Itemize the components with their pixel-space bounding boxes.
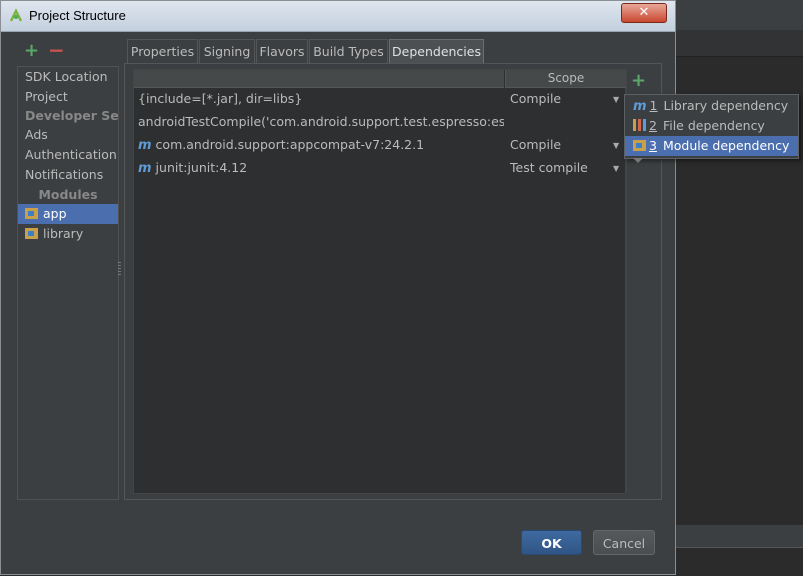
chevron-down-icon[interactable]: ▼: [613, 89, 619, 111]
cancel-button[interactable]: Cancel: [593, 530, 655, 555]
add-module-button[interactable]: +: [24, 40, 39, 61]
tab-properties[interactable]: Properties: [127, 39, 198, 63]
popup-item-file-dependency[interactable]: 2 File dependency: [625, 116, 798, 136]
sidebar-item-sdk-location[interactable]: SDK Location: [18, 67, 118, 87]
tab-flavors[interactable]: Flavors: [256, 39, 308, 63]
sidebar-item-authentication[interactable]: Authentication: [18, 145, 118, 165]
scope-select[interactable]: Test compile: [510, 157, 588, 179]
chevron-down-icon[interactable]: ▼: [613, 158, 619, 180]
scope-select[interactable]: Compile: [510, 88, 561, 110]
remove-module-button[interactable]: −: [48, 38, 65, 62]
table-row[interactable]: androidTestCompile('com.android.support.…: [134, 111, 625, 133]
tab-dependencies[interactable]: Dependencies: [389, 39, 484, 63]
close-button[interactable]: ✕: [621, 3, 667, 23]
popup-item-number: 3: [649, 138, 657, 153]
file-icon: [633, 119, 646, 131]
sidebar-item-label: library: [43, 226, 84, 241]
maven-icon: m: [138, 161, 152, 176]
ide-background: [676, 0, 803, 576]
table-row[interactable]: {include=[*.jar], dir=libs} Compile ▼: [134, 88, 625, 110]
popup-item-label: Module dependency: [662, 138, 790, 153]
sidebar-item-notifications[interactable]: Notifications: [18, 165, 118, 185]
ok-button[interactable]: OK: [521, 530, 582, 555]
table-row[interactable]: m junit:junit:4.12 Test compile ▼: [134, 157, 625, 179]
popup-item-library-dependency[interactable]: m 1 Library dependency: [625, 96, 798, 116]
sidebar-header-developer-services: Developer Ser...: [25, 108, 118, 123]
title-bar: Project Structure ✕: [1, 1, 675, 32]
add-dependency-popup: m 1 Library dependency 2 File dependency 3M…: [624, 94, 799, 159]
android-studio-icon: [9, 8, 23, 22]
dependency-name: androidTestCompile('com.android.support.…: [138, 114, 504, 129]
sidebar-header-modules: Modules: [38, 187, 98, 202]
ide-status-bar: [676, 547, 803, 576]
sidebar-item-ads[interactable]: Ads: [18, 125, 118, 145]
popup-item-number: 2: [649, 118, 657, 133]
ide-bottom-bar: [676, 525, 803, 547]
module-icon: [633, 140, 646, 151]
scope-select[interactable]: Compile: [510, 134, 561, 156]
popup-item-label: Library dependency: [663, 98, 789, 113]
ide-toolbar: [676, 0, 803, 30]
dependency-name-cell: m junit:junit:4.12: [138, 157, 504, 180]
add-dependency-button[interactable]: +: [631, 70, 646, 91]
popup-item-number: 1: [649, 98, 658, 113]
dependency-name: com.android.support:appcompat-v7:24.2.1: [155, 137, 425, 152]
column-header-scope[interactable]: Scope: [505, 70, 626, 88]
module-folder-icon: [25, 228, 38, 239]
tab-build-types[interactable]: Build Types: [309, 39, 388, 63]
popup-pointer: [633, 158, 643, 163]
popup-item-label: File dependency: [662, 118, 765, 133]
sidebar-item-label: app: [43, 206, 67, 221]
splitter-handle[interactable]: [118, 262, 121, 276]
module-folder-icon: [25, 208, 38, 219]
sidebar-item-app[interactable]: app: [18, 204, 118, 224]
sidebar-item-project[interactable]: Project: [18, 87, 118, 107]
window-title: Project Structure: [29, 8, 126, 23]
column-header-name[interactable]: [134, 70, 504, 88]
ide-tab-bar: [676, 30, 803, 57]
table-row[interactable]: m com.android.support:appcompat-v7:24.2.1…: [134, 134, 625, 156]
sidebar: SDK Location Project Developer Ser... Ad…: [17, 66, 119, 500]
maven-icon: m: [138, 138, 152, 153]
chevron-down-icon[interactable]: ▼: [613, 135, 619, 157]
sidebar-item-library[interactable]: library: [18, 224, 118, 244]
library-icon: m: [633, 99, 647, 114]
dependencies-table: Scope {include=[*.jar], dir=libs} Compil…: [133, 69, 626, 494]
tab-signing[interactable]: Signing: [199, 39, 255, 63]
dependency-name: {include=[*.jar], dir=libs}: [138, 91, 303, 106]
dependency-name-cell: m com.android.support:appcompat-v7:24.2.1: [138, 134, 504, 157]
popup-item-module-dependency[interactable]: 3 Module dependency: [625, 136, 798, 156]
dependency-name: junit:junit:4.12: [155, 160, 248, 175]
